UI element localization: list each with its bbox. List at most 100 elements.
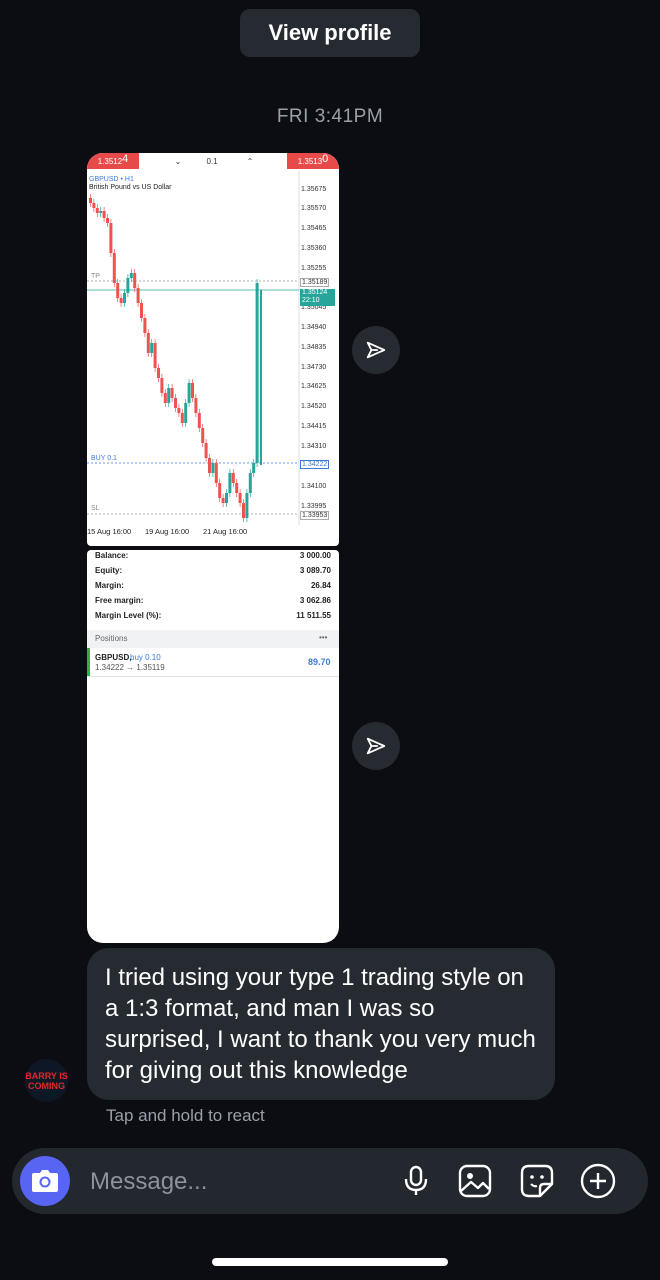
candle [228,473,232,493]
candle [116,283,120,298]
paper-plane-icon [366,341,386,359]
price-axis-label: 1.35570 [301,205,327,212]
account-row-balance: Balance: 3 000.00 [95,551,331,560]
price-axis-label: 1.33953 [300,511,330,520]
current-price-tag: 1.35124 22:10 [300,289,335,306]
candle [150,343,154,353]
price-axis-label: 1.35465 [301,225,327,232]
account-row-equity: Equity: 3 089.70 [95,566,331,575]
candle [214,463,218,483]
candle [197,413,201,428]
candle [235,483,239,493]
avatar[interactable]: BARRY IS COMING [25,1059,68,1102]
price-axis-label: 1.33995 [301,503,327,510]
candle [260,290,262,465]
candle [95,208,99,213]
candle [160,378,164,393]
position-symbol: GBPUSD, [95,653,132,662]
positions-title: Positions [95,634,128,643]
candle [133,273,137,288]
price-axis-label: 1.35360 [301,245,327,252]
candle [231,473,235,483]
candle [170,388,174,398]
candle [177,408,181,413]
candle [146,333,150,353]
positions-header: Positions ••• [87,630,339,648]
candle [167,388,171,403]
candle [140,303,143,318]
candle [242,503,245,518]
x-label-2: 19 Aug 16:00 [145,527,190,536]
account-screenshot-image[interactable]: Balance: 3 000.00 Equity: 3 089.70 Margin:… [87,550,339,943]
message-input[interactable] [88,1164,382,1200]
price-axis-label: 1.35255 [301,265,327,272]
candle [174,398,177,408]
camera-button[interactable] [20,1156,70,1206]
sticker-icon [520,1164,554,1198]
candle [218,483,222,498]
candle [191,383,194,398]
react-hint: Tap and hold to react [106,1106,265,1125]
candle [184,403,188,423]
message-composer [12,1148,648,1214]
sl-label: SL [91,505,100,512]
candle [136,288,140,303]
position-row: GBPUSD, buy 0.10 1.34222 → 1.35119 89.70 [87,648,339,677]
candle [225,493,228,503]
message-bubble[interactable]: I tried using your type 1 trading style … [87,948,555,1100]
candle [238,493,242,503]
candle [221,498,225,503]
voice-button[interactable] [396,1161,436,1201]
position-side: buy 0.10 [130,653,161,662]
candle [157,368,160,378]
sticker-button[interactable] [517,1161,557,1201]
candle [89,198,92,203]
price-axis-label: 1.34835 [301,344,327,351]
candle [106,218,109,223]
paper-plane-icon [366,737,386,755]
camera-icon [32,1170,58,1192]
candle [180,413,184,423]
candle [92,203,96,208]
account-row-margin: Margin: 26.84 [95,581,331,590]
position-profit: 89.70 [308,657,331,667]
candle [255,283,259,463]
price-axis-label: 1.34625 [301,383,327,390]
home-indicator [212,1258,448,1266]
candle [248,473,252,493]
candle [204,443,208,458]
candle [112,253,116,283]
candle [99,211,103,213]
share-button[interactable] [352,326,400,374]
tp-label: TP [91,273,100,280]
x-label-1: 15 Aug 16:00 [87,527,132,536]
price-axis-label: 1.34310 [301,443,327,450]
candle [187,383,191,403]
share-button[interactable] [352,722,400,770]
candle [153,343,157,368]
more-options-button[interactable] [578,1161,618,1201]
view-profile-button[interactable]: View profile [240,9,420,57]
x-label-3: 21 Aug 16:00 [203,527,248,536]
candle [201,428,205,443]
candle [102,211,106,218]
plus-circle-icon [580,1163,616,1199]
price-axis-label: 1.34415 [301,423,327,430]
candle [126,278,130,293]
gallery-button[interactable] [455,1161,495,1201]
candle [194,398,198,413]
candle [252,463,256,473]
price-axis-label: 1.34730 [301,364,327,371]
price-axis-label: 1.34100 [301,483,327,490]
account-row-free-margin: Free margin: 3 062.86 [95,596,331,605]
candle [211,463,215,473]
candle [143,318,147,333]
price-axis-label: 1.34520 [301,403,327,410]
candle [245,493,249,518]
message-timestamp: FRI 3:41PM [276,106,384,127]
chart-screenshot-image[interactable]: 1.3512 4 ⌄ 0.1 ⌃ 1.3513 0 GBPUSD • H1 Brit… [87,153,339,546]
candle [119,298,123,303]
price-axis-label: 1.34940 [301,324,327,331]
image-icon [458,1164,492,1198]
avatar-logo-text: BARRY IS COMING [25,1070,68,1091]
